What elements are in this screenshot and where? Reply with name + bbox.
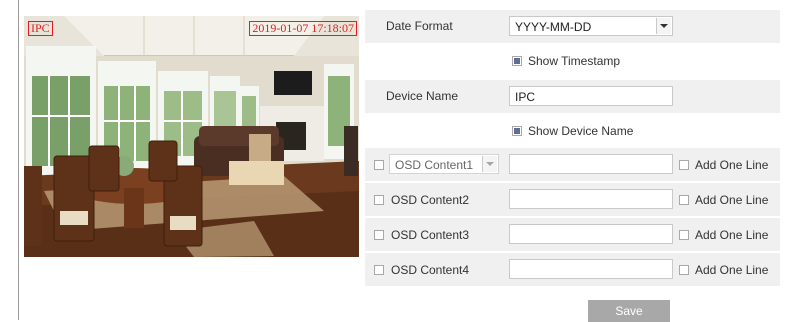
date-format-label: Date Format [386, 19, 453, 33]
osd-content3-add-line-checkbox[interactable] [679, 230, 689, 240]
osd-content4-input[interactable] [509, 259, 673, 279]
osd-content2-input[interactable] [509, 189, 673, 209]
osd-content2-add-line-label: Add One Line [695, 193, 769, 207]
date-format-value: YYYY-MM-DD [515, 20, 592, 34]
show-timestamp-label: Show Timestamp [528, 54, 621, 68]
osd-content4-label: OSD Content4 [391, 263, 470, 277]
osd-content3-checkbox[interactable] [374, 230, 384, 240]
osd-content1-add-line-label: Add One Line [695, 158, 769, 172]
date-format-select[interactable]: YYYY-MM-DD [509, 16, 673, 36]
osd-content1-select[interactable]: OSD Content1 [389, 154, 499, 174]
panel-left-border [18, 0, 19, 320]
show-timestamp-checkbox[interactable] [512, 56, 522, 66]
osd-content1-row: OSD Content1 Add One Line [365, 148, 780, 181]
osd-content1-select-value: OSD Content1 [395, 158, 474, 172]
osd-content3-add-line-label: Add One Line [695, 228, 769, 242]
osd-content4-row: OSD Content4 Add One Line [365, 253, 780, 286]
show-device-name-row: Show Device Name [365, 114, 780, 147]
osd-content3-input[interactable] [509, 224, 673, 244]
osd-content1-add-line-checkbox[interactable] [679, 160, 689, 170]
osd-content2-label: OSD Content2 [391, 193, 470, 207]
osd-content4-add-line-checkbox[interactable] [679, 265, 689, 275]
osd-device-name-overlay: IPC [28, 21, 53, 36]
osd-content1-input[interactable] [509, 154, 673, 174]
chevron-down-icon[interactable] [482, 156, 497, 172]
osd-timestamp-overlay: 2019-01-07 17:18:07 [249, 21, 357, 36]
osd-content1-checkbox[interactable] [374, 160, 384, 170]
chevron-down-icon[interactable] [656, 18, 671, 34]
device-name-value: IPC [515, 90, 536, 104]
show-device-name-checkbox[interactable] [512, 126, 522, 136]
date-format-row: Date Format YYYY-MM-DD [365, 10, 780, 43]
osd-content4-checkbox[interactable] [374, 265, 384, 275]
device-name-input[interactable]: IPC [509, 86, 673, 106]
osd-content2-checkbox[interactable] [374, 195, 384, 205]
preview-scene-image [24, 16, 359, 257]
osd-content2-row: OSD Content2 Add One Line [365, 183, 780, 216]
device-name-row: Device Name IPC [365, 80, 780, 113]
osd-content4-add-line-label: Add One Line [695, 263, 769, 277]
osd-content3-row: OSD Content3 Add One Line [365, 218, 780, 251]
camera-preview: IPC 2019-01-07 17:18:07 [24, 16, 359, 257]
show-device-name-label: Show Device Name [528, 124, 634, 138]
osd-content3-label: OSD Content3 [391, 228, 470, 242]
show-timestamp-row: Show Timestamp [365, 44, 780, 77]
osd-content2-add-line-checkbox[interactable] [679, 195, 689, 205]
device-name-label: Device Name [386, 89, 459, 103]
save-button[interactable]: Save [588, 300, 670, 322]
